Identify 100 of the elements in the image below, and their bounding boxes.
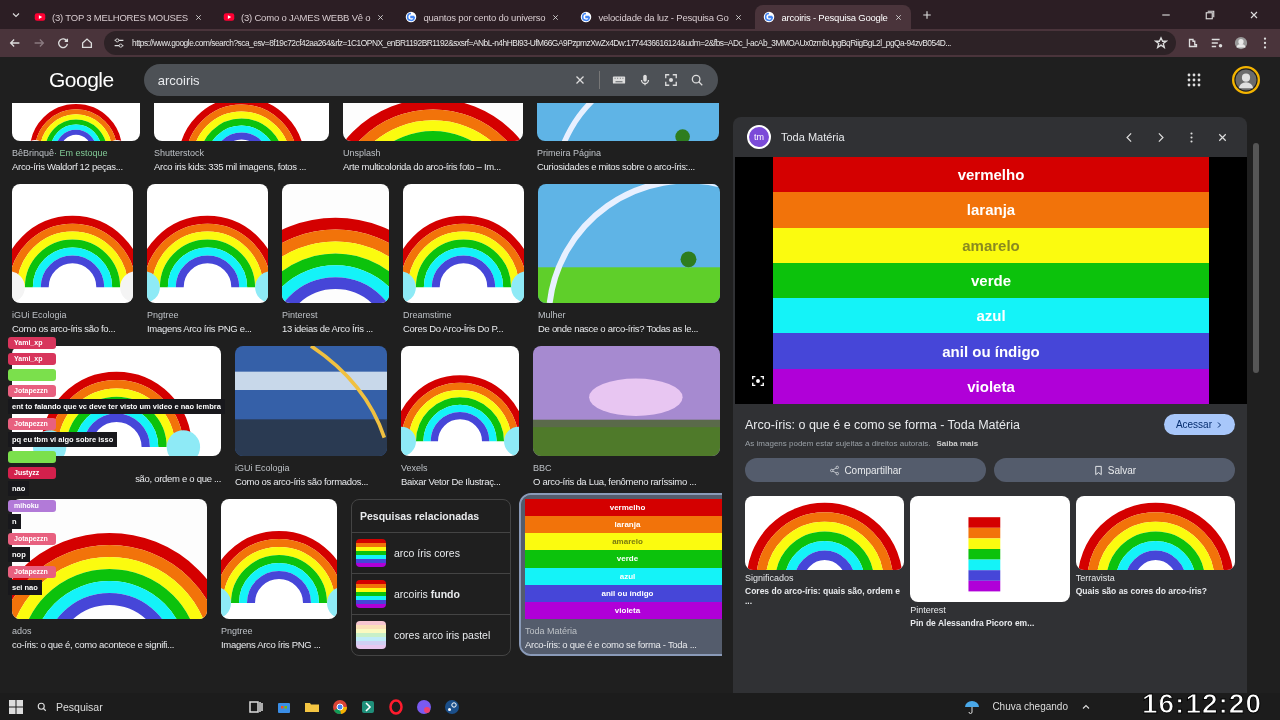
source-label: Pngtree	[147, 310, 180, 320]
result-title: 13 ideias de Arco Íris ...	[282, 323, 373, 334]
color-stripe: vermelho	[525, 499, 722, 517]
address-bar[interactable]: https://www.google.com/search?sca_esv=8f19c72cf42aa264&rlz=1C1OPNX_enBR1192BR1192&sxsrf=ANbL-n4hHBI93-UfM66GA9PzpmzXwZx4Dw:1774436616124&udm=2&fbs=ADc_l-acAb_3MMOAUx0zmbUpgBqRiigBgL2l_pgQa-94zvB054D...	[104, 31, 1176, 55]
preview-title[interactable]: Arco-íris: o que é e como se forma - Toda Matéria	[745, 417, 1020, 432]
media-icon[interactable]	[1210, 36, 1224, 50]
share-button[interactable]: Compartilhar	[745, 458, 986, 482]
color-stripe: azul	[773, 298, 1209, 334]
color-stripe: verde	[773, 262, 1209, 299]
browser-tab[interactable]: (3) TOP 3 MELHORES MOUSES	[26, 5, 211, 29]
result-title: Arco-íris Waldorf 12 peças...	[12, 161, 123, 172]
related-search-link[interactable]: arco íris cores	[352, 533, 510, 574]
clock-overlay: 16:12:20	[1141, 688, 1262, 720]
new-tab-icon[interactable]	[920, 8, 933, 21]
source-label: Mulher	[538, 310, 567, 320]
chat-app-icon[interactable]	[416, 698, 432, 715]
browser-tab[interactable]: (3) Como o JAMES WEBB Vê o	[214, 5, 394, 29]
extensions-icon[interactable]	[1186, 36, 1200, 50]
source-label: Terravista	[1075, 573, 1116, 583]
related-search-link[interactable]: cores arco iris pastel	[352, 615, 510, 655]
source-label: BêBrinquê· Em estoque	[12, 148, 109, 158]
app-icon[interactable]	[360, 698, 376, 715]
save-button[interactable]: Salvar	[994, 458, 1235, 482]
source-label: BBC	[533, 463, 553, 473]
learn-more-link[interactable]: Saiba mais	[936, 439, 979, 448]
visit-button[interactable]: Acessar	[1163, 414, 1235, 435]
result-title: De onde nasce o arco-íris? Todas as le...	[538, 323, 699, 334]
color-stripe: laranja	[525, 516, 722, 534]
site-logo: tm	[747, 125, 771, 149]
color-stripe: amarelo	[773, 227, 1209, 263]
result-title: Arco-íris: o que é e como se forma - Toda ...	[525, 639, 697, 650]
result-title: Como os arco-íris são formados...	[235, 476, 369, 487]
source-label: Vexels	[401, 463, 429, 473]
source-label: ados	[12, 626, 33, 636]
google-icon	[763, 11, 776, 23]
color-stripe: laranja	[773, 192, 1209, 228]
source-label: Primeira Página	[537, 148, 603, 158]
source-label: Pinterest	[282, 310, 319, 320]
result-title: Como os arco-íris são fo...	[12, 323, 116, 334]
reload-icon[interactable]	[56, 36, 70, 50]
search-icon[interactable]	[689, 73, 704, 87]
related-searches-heading: Pesquisas relacionadas	[352, 500, 510, 533]
back-icon[interactable]	[8, 36, 22, 50]
start-icon[interactable]	[8, 698, 24, 715]
result-title: Imagens Arco íris PNG e...	[147, 323, 252, 334]
selected-image-result[interactable]: vermelho laranja amarelo verde azul anil ou índigo violeta Toda Matéria Arco-íris: o que é e como se forma - Toda ...	[521, 495, 722, 654]
source-label: iGUi Ecologia	[235, 463, 291, 473]
color-stripe: anil ou índigo	[773, 333, 1209, 369]
video-icon	[222, 11, 235, 23]
color-stripe: vermelho	[773, 157, 1209, 193]
opera-icon[interactable]	[388, 698, 404, 715]
google-icon	[405, 11, 418, 23]
bookmark-icon	[1092, 464, 1104, 476]
close-icon[interactable]	[551, 12, 561, 22]
restore-icon[interactable]	[1204, 8, 1216, 21]
result-title: Arco iris kids: 335 mil imagens, fotos ...	[154, 161, 307, 172]
source-label: Pinterest	[910, 605, 947, 615]
source-label: Dreamstime	[403, 310, 453, 320]
result-title: Imagens Arco íris PNG ...	[221, 639, 321, 650]
close-icon[interactable]	[893, 12, 903, 22]
close-icon[interactable]	[734, 12, 744, 22]
source-label: Toda Matéria	[781, 131, 845, 143]
bookmark-star-icon[interactable]	[1154, 36, 1168, 50]
result-title: Arte multicolorida do arco-íris foto – Im...	[343, 161, 501, 172]
umbrella-icon	[964, 698, 981, 715]
browser-tab[interactable]: velocidade da luz - Pesquisa Go	[572, 5, 752, 29]
result-title: Baixar Vetor De Ilustraç...	[401, 476, 501, 487]
chrome-icon[interactable]	[332, 698, 348, 715]
chevron-icon	[1215, 420, 1223, 429]
profile-avatar[interactable]	[1234, 36, 1248, 50]
google-icon	[580, 11, 593, 23]
result-title: O arco-íris da Lua, fenômeno raríssimo ...	[533, 476, 697, 487]
color-stripe: amarelo	[525, 533, 722, 551]
close-icon[interactable]	[376, 12, 386, 22]
camera-search-icon[interactable]	[663, 73, 678, 87]
result-title: co-íris: o que é, como acontece e signifi...	[12, 639, 175, 650]
video-icon	[34, 11, 46, 23]
home-icon[interactable]	[80, 36, 94, 50]
related-search-link[interactable]: arcoiris fundo	[352, 574, 510, 615]
taskbar-search[interactable]: Pesquisar	[36, 700, 236, 713]
search-field[interactable]: arcoiris	[143, 64, 718, 96]
account-avatar[interactable]	[1232, 66, 1260, 94]
google-logo[interactable]: Google	[49, 68, 114, 92]
source-label: iGUi Ecologia	[12, 310, 68, 320]
browser-tab[interactable]: quantos por cento do universo	[397, 5, 569, 29]
share-icon	[829, 464, 841, 476]
close-icon[interactable]	[193, 12, 203, 22]
forward-icon[interactable]	[32, 36, 46, 50]
source-label: Unsplash	[343, 148, 382, 158]
result-title: Pin de Alessandra Picoro em...	[910, 618, 1036, 628]
copyright-note: As imagens podem estar sujeitas a direitos autorais.	[745, 439, 931, 448]
lens-icon[interactable]	[751, 374, 765, 388]
apps-grid-icon[interactable]	[1186, 72, 1202, 88]
source-label: Toda Matéria	[525, 626, 579, 636]
result-title: Curiosidades e mitos sobre o arco-íris:...	[537, 161, 695, 172]
task-view-icon[interactable]	[248, 698, 264, 715]
weather-text[interactable]: Chuva chegando	[992, 701, 1068, 712]
browser-tab[interactable]: arcoiris - Pesquisa Google	[755, 5, 911, 29]
source-label: Shutterstock	[154, 148, 206, 158]
color-stripe: violeta	[773, 368, 1209, 404]
